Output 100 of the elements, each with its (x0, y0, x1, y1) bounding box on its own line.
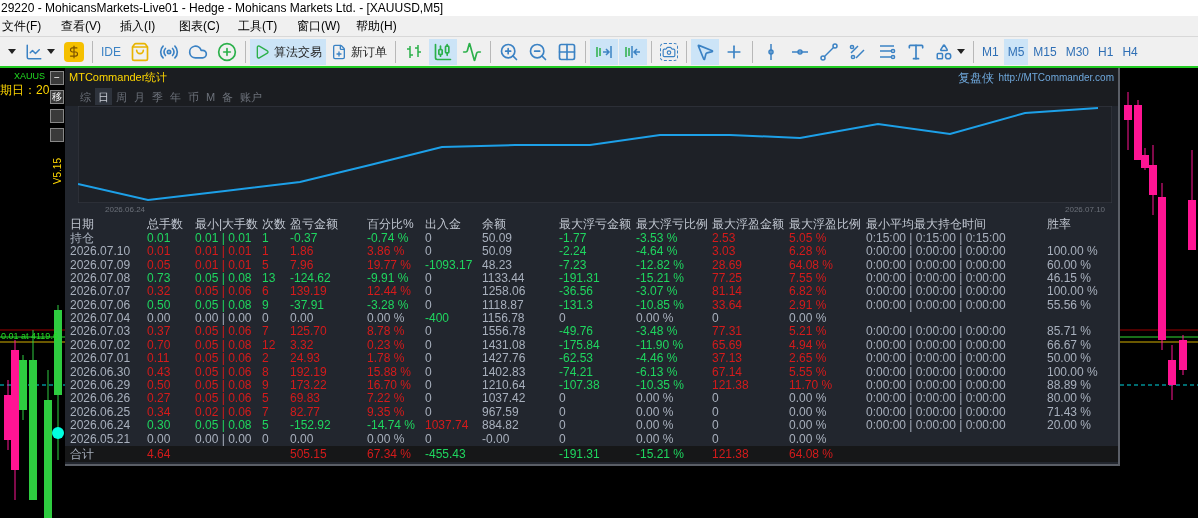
table-cell-text: 967.59 (482, 405, 520, 420)
panel-tab[interactable]: 币 (185, 88, 202, 106)
table-cell-text: 0.05 | 0.08 (195, 379, 253, 393)
table-cell-text: 6.28 % (789, 245, 828, 259)
table-cell-text: 3.03 (712, 245, 737, 259)
table-cell-text: 0.01 | 0.01 (195, 258, 253, 272)
table-cell-text: 0:00:00 | 0:00:00 | 0:00:00 (866, 325, 1007, 339)
table-cell-text: 0.32 (147, 285, 172, 299)
column-header: 日期 (70, 216, 95, 232)
side-button[interactable] (50, 128, 64, 142)
table-cell-text: 33.64 (712, 298, 744, 313)
menu-item[interactable]: 工具(T) (236, 17, 295, 35)
table-cell-text: 1431.08 (482, 338, 527, 353)
table-cell-text: 0 (425, 271, 433, 286)
table-cell-text: -1093.17 (425, 258, 474, 272)
table-cell-text: 0.05 | 0.08 (195, 271, 253, 286)
table-cell-text: -11.90 % (636, 338, 685, 353)
table-cell-text: 77.31 (712, 325, 744, 339)
table-cell-text: 0.01 | 0.01 (195, 231, 253, 246)
table-cell-text: 0.01 (147, 245, 172, 259)
table-cell-text: -3.53 % (636, 231, 679, 246)
table-cell-text: -74.21 (559, 365, 595, 380)
table-cell-text: 8.78 % (367, 325, 406, 339)
panel-tab[interactable]: 综 (77, 88, 94, 106)
auto-scroll-icon[interactable] (619, 38, 647, 65)
table-cell-text: 0:00:00 | 0:00:00 | 0:00:00 (866, 365, 1007, 380)
side-button[interactable] (50, 109, 64, 123)
timeframe-button[interactable]: M15 (1029, 38, 1061, 65)
table-cell-text: 0 (425, 392, 433, 406)
table-cell-text: 0.00 % (636, 432, 675, 446)
menu-item[interactable]: 窗口(W) (295, 17, 354, 35)
timeframe-button[interactable]: H1 (1094, 38, 1118, 65)
table-cell-text: -15.21 % (636, 446, 686, 462)
menu-item[interactable]: 插入(I) (118, 17, 177, 35)
table-cell-text: -10.85 % (636, 298, 686, 313)
table-cell-text: 0:00:00 | 0:00:00 | 0:00:00 (866, 258, 1007, 272)
table-cell-text: 11.70 % (789, 379, 834, 393)
table-cell-text: 0.05 | 0.06 (195, 392, 253, 406)
table-cell-text: 12.44 % (367, 285, 413, 299)
toolbar-button[interactable]: IDE (97, 38, 125, 65)
panel-tab[interactable]: 季 (149, 88, 166, 106)
table-cell-text: 0 (425, 338, 433, 353)
table-cell-text: 15.88 % (367, 365, 413, 380)
column-header: 次数 (262, 216, 287, 232)
timeframe-button[interactable]: M5 (1003, 38, 1029, 65)
caret-icon (47, 49, 55, 54)
table-cell-text: 0.05 | 0.06 (195, 365, 253, 380)
table-cell-text: 持仓 (70, 231, 95, 246)
column-header: 最大浮亏比例 (636, 216, 709, 232)
table-cell-text: 0.05 | 0.08 (195, 338, 253, 353)
table-cell-text: -9.91 % (367, 271, 410, 286)
column-header: 盈亏金额 (290, 216, 339, 232)
table-cell-text: 0.05 | 0.08 (195, 419, 253, 433)
toolbar-button[interactable]: 新订单 (327, 38, 391, 65)
table-cell-text: 1037.42 (482, 392, 527, 406)
website-link[interactable]: http://MTCommander.com (998, 70, 1114, 86)
table-cell-text: 0:00:00 | 0:00:00 | 0:00:00 (866, 298, 1007, 313)
timeframe-button[interactable]: M1 (978, 38, 1003, 65)
table-cell-text: -6.13 % (636, 365, 679, 380)
table-cell-text: 0 (425, 432, 433, 446)
table-cell-text: 1402.83 (482, 365, 527, 380)
panel-tab[interactable]: M (203, 88, 219, 106)
panel-tab[interactable]: 账户 (237, 88, 266, 106)
table-cell-text: 64.08 % (789, 446, 835, 462)
candlestick-icon[interactable] (429, 38, 457, 65)
menu-item[interactable]: 查看(V) (59, 17, 118, 35)
side-button[interactable]: 移 (50, 90, 64, 104)
table-cell-text: 2.53 (712, 231, 737, 246)
menu-item[interactable]: 文件(F) (0, 17, 59, 35)
table-cell-text: -455.43 (425, 446, 467, 462)
panel-tab[interactable]: 周 (113, 88, 130, 106)
toolbar-button[interactable]: 算法交易 (250, 38, 326, 65)
table-cell-text: -4.64 % (636, 245, 679, 259)
table-cell-text: 13 (262, 271, 277, 286)
table-cell-text: 0 (425, 352, 433, 366)
table-cell-text: 0 (425, 365, 433, 380)
table-cell-text: 48.23 (482, 258, 514, 272)
table-cell-text: 4.94 % (789, 338, 828, 353)
timeframe-button[interactable]: M30 (1061, 38, 1094, 65)
chart-shift-icon[interactable] (590, 38, 618, 65)
cursor-icon[interactable] (691, 38, 719, 65)
menu-item[interactable]: 图表(C) (177, 17, 236, 35)
side-button[interactable]: − (50, 71, 64, 85)
table-cell-text: 0.05 | 0.06 (195, 325, 253, 339)
table-cell-text: 0.50 (147, 379, 172, 393)
table-cell-text: 884.82 (482, 419, 520, 433)
column-header: 总手数 (147, 216, 184, 232)
table-cell-text: -191.31 (559, 271, 601, 286)
panel-tab[interactable]: 年 (167, 88, 184, 106)
timeframe-button[interactable]: H4 (1118, 38, 1142, 65)
panel-tab[interactable]: 日 (95, 88, 112, 106)
table-cell-text: 5 (262, 419, 270, 433)
table-cell-text: 1210.64 (482, 379, 527, 393)
table-cell-text: 2026.07.06 (70, 298, 132, 313)
panel-tab[interactable]: 月 (131, 88, 148, 106)
table-cell-text: 0 (712, 432, 720, 446)
menu-item[interactable]: 帮助(H) (354, 17, 413, 35)
table-cell-text: -3.28 % (367, 298, 410, 313)
panel-tab[interactable]: 备 (219, 88, 237, 106)
column-header: 最小平均最大持仓时间 (866, 216, 987, 232)
